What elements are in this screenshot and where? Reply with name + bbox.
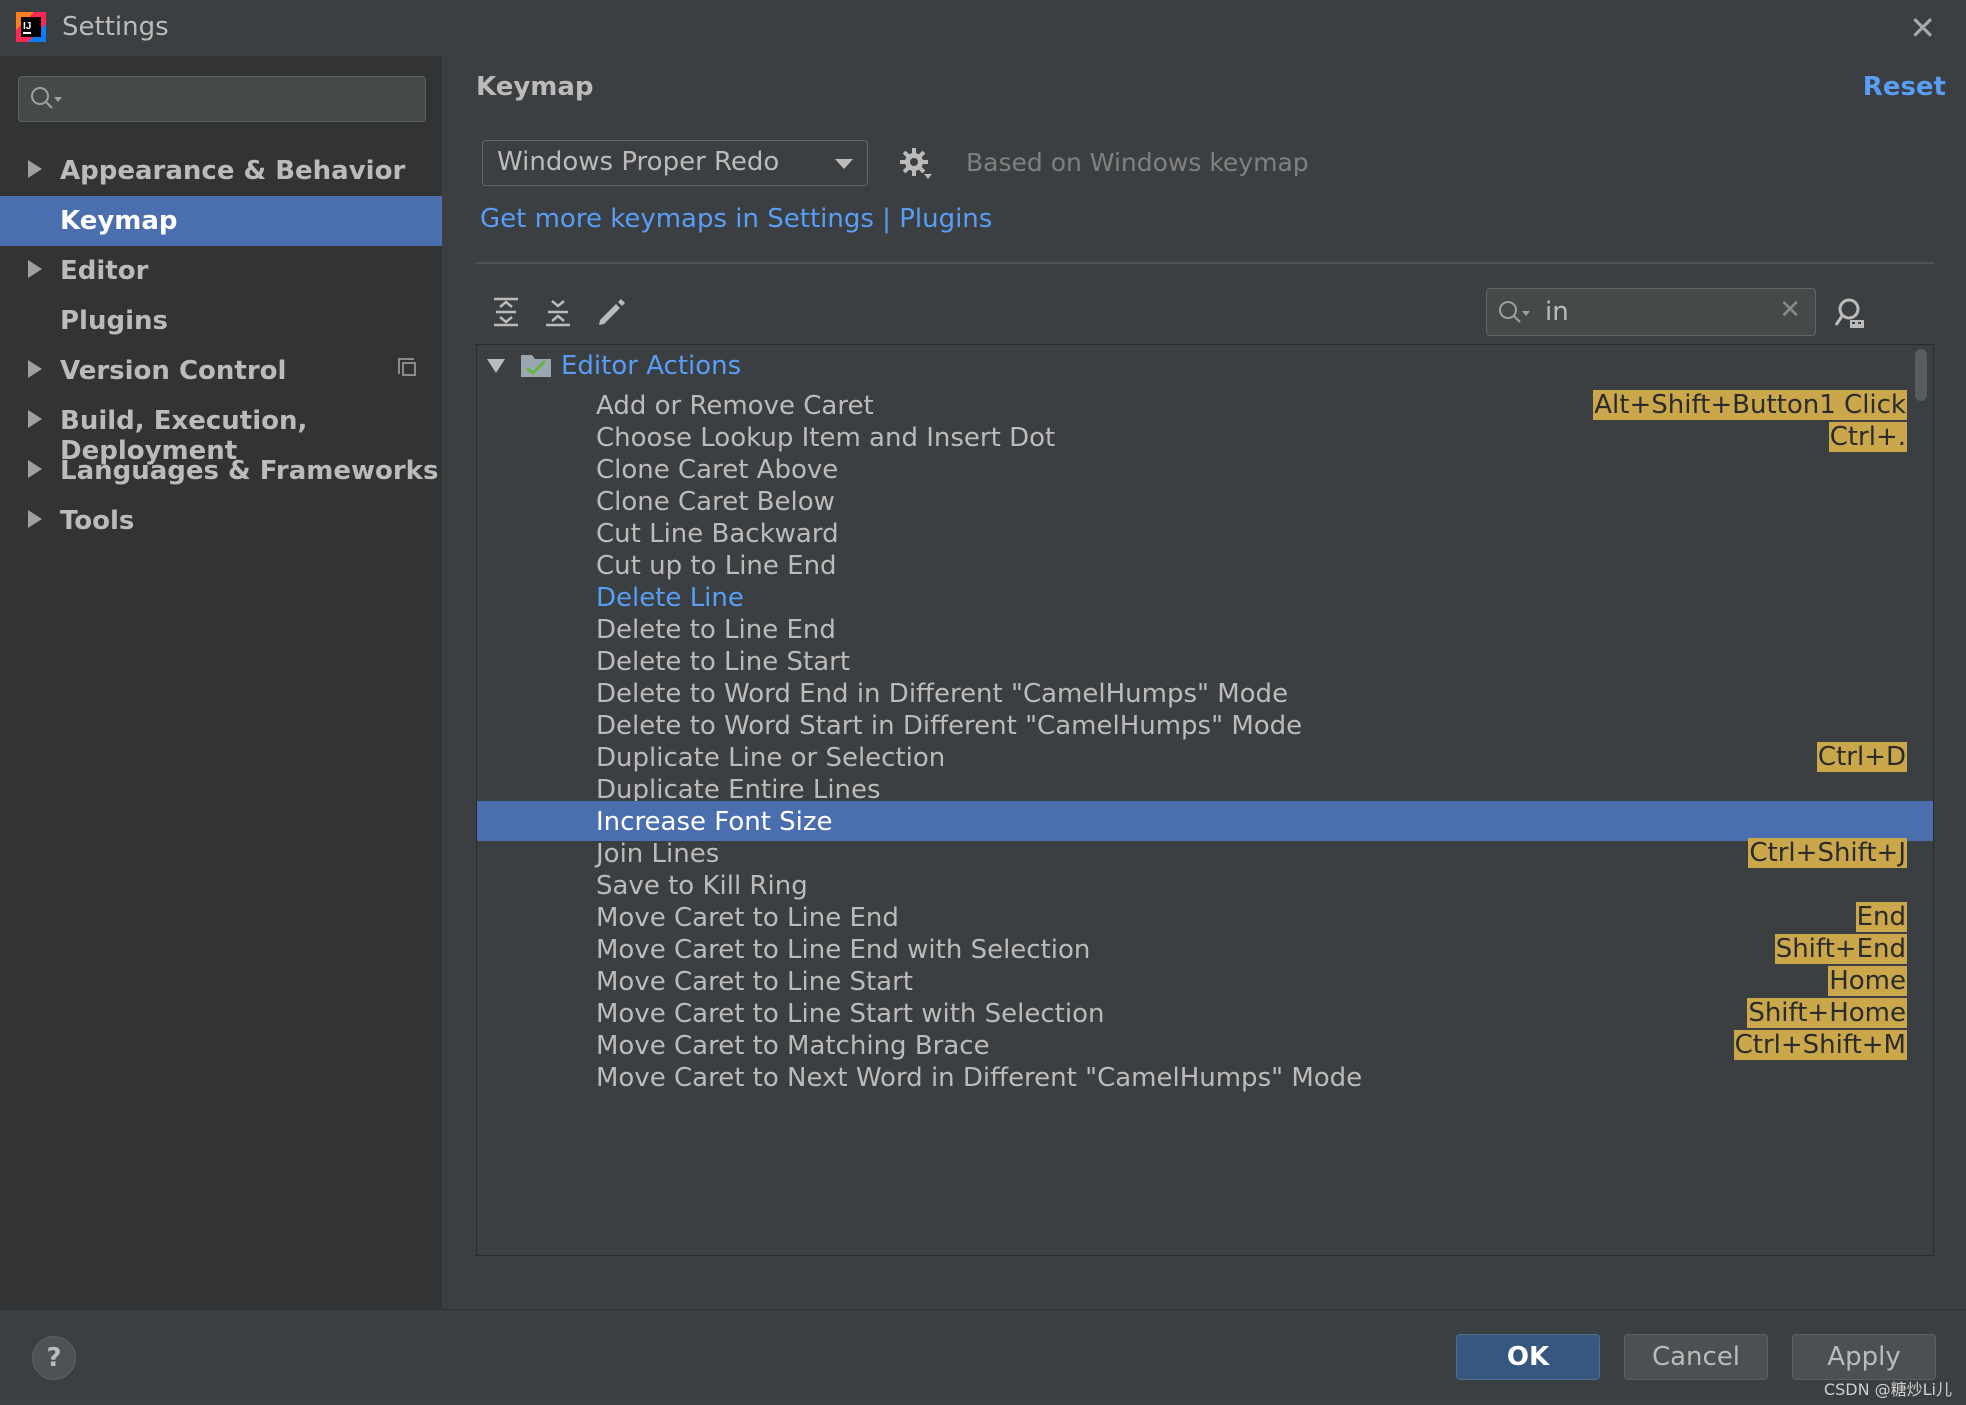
sidebar-item-appearance-behavior[interactable]: Appearance & Behavior <box>0 146 442 196</box>
divider <box>476 262 1934 264</box>
sidebar-item-label: Version Control <box>60 356 287 386</box>
action-name: Move Caret to Next Word in Different "Ca… <box>596 1063 1363 1093</box>
based-on-text: Based on Windows keymap <box>966 148 1309 177</box>
sidebar-item-build-execution-deployment[interactable]: Build, Execution, Deployment <box>0 396 442 466</box>
tree-group-editor-actions[interactable]: Editor Actions <box>477 345 1933 385</box>
shortcut-badge: Home <box>1828 966 1907 996</box>
svg-text:IJ: IJ <box>23 21 31 32</box>
expand-all-icon[interactable] <box>490 296 522 328</box>
clear-icon[interactable]: ✕ <box>1779 295 1801 325</box>
collapse-all-icon[interactable] <box>542 296 574 328</box>
expand-arrow-icon[interactable] <box>28 260 42 278</box>
tree-row[interactable]: Move Caret to Next Word in Different "Ca… <box>477 1057 1933 1097</box>
intellij-logo-icon: IJ <box>16 12 46 42</box>
watermark: CSDN @糖炒Li儿 <box>1823 1380 1952 1399</box>
sidebar-item-label: Appearance & Behavior <box>60 156 406 186</box>
gear-icon[interactable] <box>898 146 934 182</box>
sidebar-item-label: Plugins <box>60 306 168 336</box>
folder-icon <box>521 355 551 377</box>
help-button[interactable]: ? <box>32 1336 76 1380</box>
sidebar-item-languages-frameworks[interactable]: Languages & Frameworks <box>0 446 442 496</box>
tree-scrollbar[interactable] <box>1915 349 1927 401</box>
shortcut-badge: Ctrl+Shift+M <box>1733 1030 1907 1060</box>
sidebar-item-keymap[interactable]: Keymap <box>0 196 442 246</box>
expand-arrow-icon[interactable] <box>487 359 505 373</box>
keymap-dropdown[interactable]: Windows Proper Redo <box>482 140 868 186</box>
keymap-selected-value: Windows Proper Redo <box>497 147 780 177</box>
sidebar-item-plugins[interactable]: Plugins <box>0 296 442 346</box>
expand-arrow-icon[interactable] <box>28 460 42 478</box>
keymap-actions-tree[interactable]: Editor Actions Add or Remove Caret Alt+Sh… <box>476 344 1934 1256</box>
sidebar-item-label: Languages & Frameworks <box>60 456 439 486</box>
chevron-down-icon <box>835 159 853 169</box>
sidebar-item-label: Keymap <box>60 206 178 236</box>
shortcut-badge: Alt+Shift+Button1 Click <box>1593 390 1907 420</box>
settings-sidebar: Appearance & Behavior Keymap Editor Plugins… <box>0 56 442 1309</box>
page-title: Keymap <box>476 72 594 102</box>
divider <box>0 1309 1966 1310</box>
edit-pencil-icon[interactable] <box>594 296 626 328</box>
cancel-button[interactable]: Cancel <box>1624 1334 1768 1380</box>
shortcut-badge: Ctrl+. <box>1828 422 1907 452</box>
close-icon[interactable]: ✕ <box>1909 12 1936 44</box>
shortcut-badge: Shift+End <box>1774 934 1907 964</box>
sidebar-item-version-control[interactable]: Version Control <box>0 346 442 396</box>
shortcut-badge: End <box>1855 902 1907 932</box>
sidebar-item-tools[interactable]: Tools <box>0 496 442 546</box>
project-scope-icon <box>398 358 416 376</box>
ok-button[interactable]: OK <box>1456 1334 1600 1380</box>
shortcut-badge: Ctrl+Shift+J <box>1748 838 1907 868</box>
expand-arrow-icon[interactable] <box>28 160 42 178</box>
tree-group-label: Editor Actions <box>561 351 742 381</box>
sidebar-item-editor[interactable]: Editor <box>0 246 442 296</box>
more-keymaps-link[interactable]: Get more keymaps in Settings | Plugins <box>480 204 992 234</box>
find-by-shortcut-icon[interactable] <box>1834 296 1870 332</box>
window-title: Settings <box>62 12 169 42</box>
expand-arrow-icon[interactable] <box>28 360 42 378</box>
shortcut-badge: Ctrl+D <box>1816 742 1907 772</box>
filter-value: in <box>1545 297 1569 327</box>
sidebar-item-label: Editor <box>60 256 149 286</box>
title-bar: IJ Settings ✕ <box>0 0 1966 56</box>
search-icon <box>31 87 62 109</box>
shortcut-badge: Shift+Home <box>1747 998 1907 1028</box>
sidebar-search-input[interactable] <box>18 76 426 122</box>
sidebar-item-label: Tools <box>60 506 135 536</box>
search-icon <box>1499 301 1530 323</box>
expand-arrow-icon[interactable] <box>28 510 42 528</box>
action-filter-input[interactable]: in ✕ <box>1486 288 1816 336</box>
expand-arrow-icon[interactable] <box>28 410 42 428</box>
reset-link[interactable]: Reset <box>1863 72 1946 102</box>
apply-button[interactable]: Apply <box>1792 1334 1936 1380</box>
